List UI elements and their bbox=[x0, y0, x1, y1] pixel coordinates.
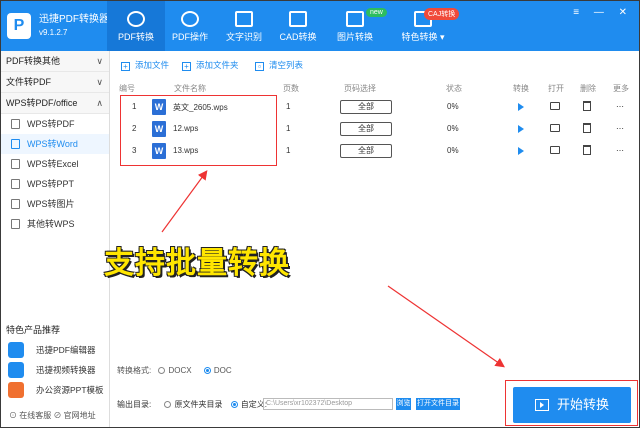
output-label: 输出目录: bbox=[117, 400, 152, 409]
format-doc-label[interactable]: DOC bbox=[214, 366, 232, 375]
annotation-arrows bbox=[161, 170, 505, 368]
radio-custom-dir[interactable] bbox=[230, 401, 238, 408]
open-folder-button[interactable]: 打开文件目录 bbox=[416, 398, 460, 410]
format-selector: 转换格式: DOCX DOC bbox=[117, 365, 232, 376]
start-label: 开始转换 bbox=[556, 397, 609, 412]
format-label: 转换格式: bbox=[117, 366, 152, 375]
start-convert-button[interactable]: 开始转换 bbox=[513, 387, 631, 423]
output-dir: 输出目录: 原文件夹目录 自定义: bbox=[117, 399, 267, 410]
radio-doc[interactable] bbox=[203, 367, 211, 374]
overlay-caption: 支持批量转换 bbox=[104, 247, 290, 280]
source-dir-label[interactable]: 原文件夹目录 bbox=[174, 400, 222, 409]
radio-docx[interactable] bbox=[158, 367, 166, 374]
play-icon bbox=[534, 399, 549, 411]
radio-source-dir[interactable] bbox=[164, 401, 172, 408]
format-docx-label[interactable]: DOCX bbox=[168, 366, 191, 375]
arrow-to-start bbox=[387, 285, 505, 368]
browse-button[interactable]: 浏览 bbox=[396, 398, 411, 410]
output-path-field[interactable]: C:\Users\xr102372\Desktop bbox=[263, 398, 393, 410]
arrow-to-files bbox=[161, 170, 208, 233]
